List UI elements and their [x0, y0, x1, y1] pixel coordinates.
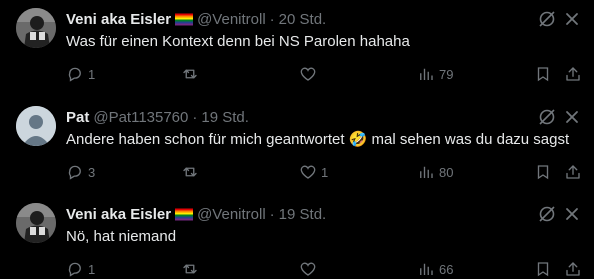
tweet[interactable]: Pat @Pat1135760 · 19 Std. Andere haben s… [0, 98, 594, 192]
reply-count: 1 [88, 66, 96, 82]
share-icon [566, 262, 580, 276]
like-button[interactable]: 1 [299, 162, 328, 182]
separator-dot: · [269, 10, 275, 28]
views-button[interactable]: 80 [417, 162, 453, 182]
tweet[interactable]: Veni aka Eisler @Venitroll · 19 Std. Nö,… [0, 195, 594, 278]
reply-count: 3 [88, 164, 96, 180]
tweet-text-part: mal sehen was du dazu sagst [371, 131, 570, 148]
action-bar: 1 79 [66, 64, 586, 84]
author-handle[interactable]: @Venitroll [197, 206, 266, 223]
views-count: 80 [439, 164, 454, 180]
bookmark-icon [537, 67, 549, 82]
emoji: 🤣 [348, 131, 368, 148]
retweet-button[interactable] [181, 259, 203, 279]
reply-icon [68, 67, 81, 82]
retweet-button[interactable] [181, 162, 203, 182]
tweet-text: Andere haben schon für mich geantwortet … [66, 130, 569, 150]
author-handle[interactable]: @Pat1135760 [93, 109, 188, 126]
more-icon[interactable] [562, 107, 582, 127]
like-icon [300, 262, 316, 276]
bookmark-button[interactable] [534, 162, 552, 182]
reply-button[interactable]: 3 [66, 162, 95, 182]
retweet-button[interactable] [181, 64, 203, 84]
more-icon[interactable] [562, 9, 582, 29]
tweet-text-part: Andere haben schon für mich geantwortet [66, 131, 345, 148]
views-icon [420, 166, 433, 178]
share-button[interactable] [564, 259, 582, 279]
bookmark-icon [537, 165, 549, 180]
grok-icon[interactable] [537, 204, 557, 224]
avatar[interactable] [16, 203, 56, 243]
bookmark-button[interactable] [534, 259, 552, 279]
bookmark-button[interactable] [534, 64, 552, 84]
retweet-icon [183, 167, 197, 177]
share-icon [566, 67, 580, 81]
author-name[interactable]: Veni aka Eisler [66, 206, 171, 223]
tweet[interactable]: Veni aka Eisler @Venitroll · 20 Std. Was… [0, 0, 594, 95]
action-bar: 1 66 [66, 259, 586, 279]
views-icon [420, 263, 433, 275]
tweet-text: Nö, hat niemand [66, 228, 177, 245]
author-name[interactable]: Veni aka Eisler [66, 11, 171, 28]
views-button[interactable]: 66 [417, 259, 453, 279]
separator-dot: · [192, 108, 198, 126]
grok-icon[interactable] [537, 9, 557, 29]
author-handle[interactable]: @Venitroll [197, 11, 266, 28]
reply-button[interactable]: 1 [66, 259, 95, 279]
retweet-icon [183, 69, 197, 79]
timestamp[interactable]: 19 Std. [279, 206, 327, 223]
bookmark-icon [537, 262, 549, 277]
rainbow-flag-icon [175, 208, 194, 221]
share-button[interactable] [564, 162, 582, 182]
grok-icon[interactable] [537, 107, 557, 127]
like-count: 1 [321, 164, 329, 180]
views-icon [420, 68, 433, 80]
reply-button[interactable]: 1 [66, 64, 95, 84]
timestamp[interactable]: 19 Std. [201, 109, 249, 126]
action-bar: 3 1 80 [66, 162, 586, 182]
avatar[interactable] [16, 8, 56, 48]
retweet-icon [183, 264, 197, 274]
views-button[interactable]: 79 [417, 64, 453, 84]
share-button[interactable] [564, 64, 582, 84]
reply-icon [68, 262, 81, 277]
more-icon[interactable] [562, 204, 582, 224]
share-icon [566, 165, 580, 179]
reply-count: 1 [88, 261, 96, 277]
like-button[interactable] [299, 259, 321, 279]
separator-dot: · [269, 205, 275, 223]
author-name[interactable]: Pat [66, 109, 89, 126]
reply-icon [68, 165, 81, 180]
avatar[interactable] [16, 106, 56, 146]
timestamp[interactable]: 20 Std. [279, 11, 327, 28]
tweet-text: Was für einen Kontext denn bei NS Parole… [66, 33, 410, 50]
like-icon [300, 67, 316, 81]
views-count: 66 [439, 261, 454, 277]
views-count: 79 [439, 66, 454, 82]
like-icon [300, 165, 316, 179]
like-button[interactable] [299, 64, 321, 84]
rainbow-flag-icon [175, 13, 194, 26]
